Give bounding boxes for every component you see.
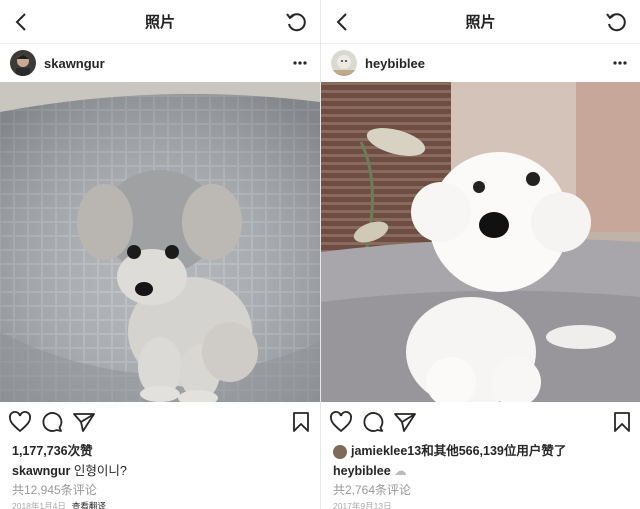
post-photo[interactable] (0, 82, 320, 402)
refresh-icon[interactable] (284, 10, 308, 34)
refresh-icon[interactable] (604, 10, 628, 34)
view-comments-link[interactable]: 共12,945条评论 (0, 481, 320, 499)
caption-username[interactable]: heybiblee (333, 464, 391, 478)
more-icon[interactable] (612, 56, 628, 70)
likes-count[interactable]: 1,177,736次赞 (0, 442, 320, 461)
username[interactable]: heybiblee (365, 56, 425, 71)
avatar[interactable] (331, 50, 357, 76)
comment-icon[interactable] (40, 410, 64, 434)
translate-link[interactable]: 查看翻译 (72, 501, 106, 509)
poodle-photo (0, 82, 320, 402)
username[interactable]: skawngur (44, 56, 105, 71)
bookmark-icon[interactable] (610, 410, 634, 434)
back-icon[interactable] (10, 10, 34, 34)
caption-username[interactable]: skawngur (12, 464, 70, 478)
back-icon[interactable] (331, 10, 355, 34)
heart-icon[interactable] (329, 410, 353, 434)
post-photo[interactable] (321, 82, 640, 402)
heart-icon[interactable] (8, 410, 32, 434)
action-bar (321, 402, 640, 442)
post-date-row: 2017年9月13日 (321, 499, 640, 509)
post-panel-left: 照片 skawngur 1,177,736次赞 skawngur 인형이니? 共… (0, 0, 320, 509)
page-title: 照片 (144, 14, 175, 31)
post-header: heybiblee (321, 44, 640, 82)
liker-avatar (333, 444, 347, 459)
caption-text: 인형이니? (70, 464, 127, 478)
view-comments-link[interactable]: 共2,764条评论 (321, 481, 640, 499)
comment-icon[interactable] (361, 410, 385, 434)
bichon-photo (321, 82, 640, 402)
page-title: 照片 (465, 14, 496, 31)
likes-count: jamieklee13和其他566,139位用户赞了 (351, 444, 567, 458)
share-icon[interactable] (393, 410, 417, 434)
more-icon[interactable] (292, 56, 308, 70)
post-date-row: 2018年1月4日 查看翻译 (0, 499, 320, 509)
action-bar (0, 402, 320, 442)
likes-row[interactable]: jamieklee13和其他566,139位用户赞了 (321, 442, 640, 461)
avatar[interactable] (10, 50, 36, 76)
top-bar: 照片 (0, 0, 320, 44)
post-panel-right: 照片 heybiblee jamieklee13和其他566,139位用户赞了 … (320, 0, 640, 509)
post-header: skawngur (0, 44, 320, 82)
post-date: 2018年1月4日 (12, 501, 66, 509)
top-bar: 照片 (321, 0, 640, 44)
caption-text: ☁ (390, 464, 407, 478)
post-date: 2017年9月13日 (333, 501, 392, 509)
bookmark-icon[interactable] (289, 410, 313, 434)
caption: skawngur 인형이니? (0, 461, 320, 481)
share-icon[interactable] (72, 410, 96, 434)
caption: heybiblee ☁ (321, 461, 640, 481)
